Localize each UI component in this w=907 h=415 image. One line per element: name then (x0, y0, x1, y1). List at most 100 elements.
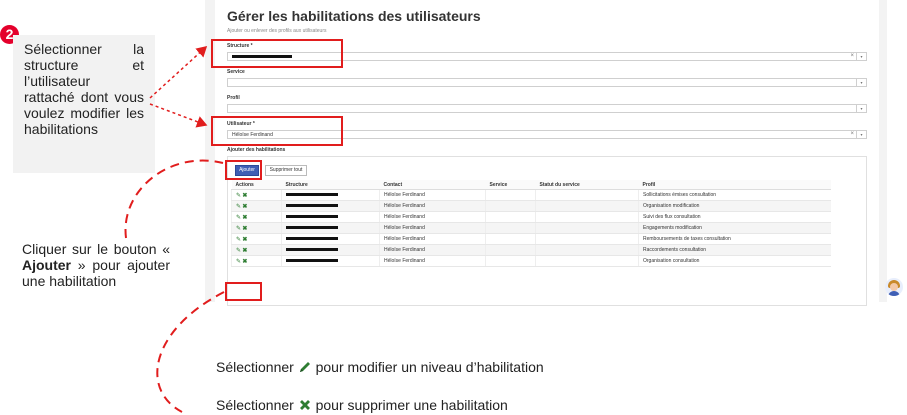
pencil-icon[interactable]: ✎ (236, 237, 241, 243)
callout-select-text: Sélectionner la structure et l’utilisate… (24, 41, 144, 137)
header-statut: Statut du service (535, 180, 639, 190)
row-structure (281, 189, 380, 201)
avatar-face (890, 283, 898, 291)
pencil-icon[interactable]: ✎ (236, 215, 241, 221)
row-service (485, 244, 536, 256)
row-actions: ✎ ✖ (231, 189, 282, 201)
profil-select[interactable]: ▾ (227, 104, 867, 113)
table-row: ✎ ✖ Héloïse Ferdinand Sollicitations émi… (231, 189, 831, 201)
service-label: Service (227, 69, 245, 75)
table-row: ✎ ✖ Héloïse Ferdinand Organisation modif… (231, 200, 831, 212)
page-title: Gérer les habilitations des utilisateurs (227, 8, 481, 24)
legend-edit-start: Sélectionner (216, 359, 294, 375)
callout-add-text-start: Cliquer sur le bouton « (22, 241, 170, 257)
row-statut (535, 244, 639, 256)
delete-x-icon[interactable]: ✖ (242, 248, 247, 254)
utilisateur-chevron-down-icon[interactable]: ▾ (856, 131, 866, 138)
pencil-icon[interactable]: ✎ (236, 248, 241, 254)
profil-label: Profil (227, 95, 240, 101)
row-profil: Organisation modification (638, 200, 831, 212)
structure-redacted (286, 215, 338, 219)
legend-edit-end: pour modifier un niveau d’habilitation (315, 359, 544, 375)
utilisateur-clear-icon[interactable]: × (850, 131, 854, 137)
callout-add-text-bold: Ajouter (22, 257, 71, 273)
row-service (485, 211, 536, 223)
row-profil: Remboursements de taxes consultation (638, 233, 831, 245)
row-contact: Héloïse Ferdinand (379, 255, 486, 267)
assistant-avatar-icon[interactable] (885, 278, 903, 296)
section-label: Ajouter des habilitations (227, 147, 286, 153)
pencil-icon[interactable]: ✎ (236, 204, 241, 210)
legend-delete-start: Sélectionner (216, 397, 294, 413)
row-contact: Héloïse Ferdinand (379, 244, 486, 256)
header-service: Service (485, 180, 536, 190)
row-contact: Héloïse Ferdinand (379, 189, 486, 201)
row-profil: Sollicitations émises consultation (638, 189, 831, 201)
delete-x-icon[interactable]: ✖ (242, 237, 247, 243)
profil-chevron-down-icon[interactable]: ▾ (856, 105, 866, 112)
delete-x-icon[interactable]: ✖ (242, 204, 247, 210)
habilitations-table: Actions Structure Contact Service Statut… (231, 180, 831, 267)
structure-clear-icon[interactable]: × (850, 53, 854, 59)
arrow-to-structure (149, 45, 208, 99)
row-statut (535, 233, 639, 245)
row-statut (535, 255, 639, 267)
structure-redacted (286, 226, 338, 230)
delete-x-icon[interactable]: ✖ (242, 226, 247, 232)
structure-redacted (286, 193, 338, 197)
row-structure (281, 211, 380, 223)
row-structure (281, 222, 380, 234)
pencil-icon[interactable]: ✎ (236, 259, 241, 265)
row-profil: Engagements modification (638, 222, 831, 234)
pencil-icon[interactable]: ✎ (236, 193, 241, 199)
legend-edit: Sélectionner pour modifier un niveau d’h… (216, 358, 544, 375)
table-row: ✎ ✖ Héloïse Ferdinand Engagements modifi… (231, 222, 831, 234)
row-contact: Héloïse Ferdinand (379, 222, 486, 234)
row-profil: Organisation consultation (638, 255, 831, 267)
highlight-utilisateur (211, 116, 343, 146)
row-structure (281, 200, 380, 212)
row-statut (535, 211, 639, 223)
delete-x-icon[interactable]: ✖ (242, 193, 247, 199)
delete-all-button[interactable]: Supprimer tout (265, 165, 307, 176)
pencil-icon (298, 360, 312, 374)
table-row: ✎ ✖ Héloïse Ferdinand Raccordements cons… (231, 244, 831, 256)
table-row: ✎ ✖ Héloïse Ferdinand Suivi des flux con… (231, 211, 831, 223)
row-statut (535, 200, 639, 212)
structure-redacted (286, 248, 338, 252)
row-actions: ✎ ✖ (231, 211, 282, 223)
arrow-to-utilisateur (149, 103, 208, 128)
pencil-icon[interactable]: ✎ (236, 226, 241, 232)
structure-redacted (286, 237, 338, 241)
table-header-row: Actions Structure Contact Service Statut… (231, 180, 831, 190)
delete-x-icon[interactable]: ✖ (242, 215, 247, 221)
row-service (485, 233, 536, 245)
header-structure: Structure (281, 180, 380, 190)
page-subtitle: Ajouter ou enlever des profils aux utili… (227, 28, 327, 34)
row-statut (535, 189, 639, 201)
delete-x-icon[interactable]: ✖ (242, 259, 247, 265)
row-statut (535, 222, 639, 234)
row-service (485, 255, 536, 267)
highlight-add-button (225, 160, 262, 180)
table-row: ✎ ✖ Héloïse Ferdinand Remboursements de … (231, 233, 831, 245)
row-service (485, 222, 536, 234)
structure-redacted (286, 259, 338, 263)
header-contact: Contact (379, 180, 486, 190)
header-actions: Actions (231, 180, 282, 190)
service-select[interactable]: ▾ (227, 78, 867, 87)
legend-delete-end: pour supprimer une habilitation (315, 397, 508, 413)
header-profil: Profil (638, 180, 831, 190)
row-contact: Héloïse Ferdinand (379, 200, 486, 212)
connector-to-row-actions (156, 291, 225, 413)
structure-chevron-down-icon[interactable]: ▾ (856, 53, 866, 60)
row-actions: ✎ ✖ (231, 255, 282, 267)
callout-add-text: Cliquer sur le bouton « Ajouter » pour a… (22, 241, 170, 289)
table-row: ✎ ✖ Héloïse Ferdinand Organisation consu… (231, 255, 831, 267)
highlight-row-actions (225, 282, 262, 301)
structure-redacted (286, 204, 338, 208)
row-actions: ✎ ✖ (231, 244, 282, 256)
service-chevron-down-icon[interactable]: ▾ (856, 79, 866, 86)
delete-x-icon (298, 398, 312, 412)
row-contact: Héloïse Ferdinand (379, 211, 486, 223)
